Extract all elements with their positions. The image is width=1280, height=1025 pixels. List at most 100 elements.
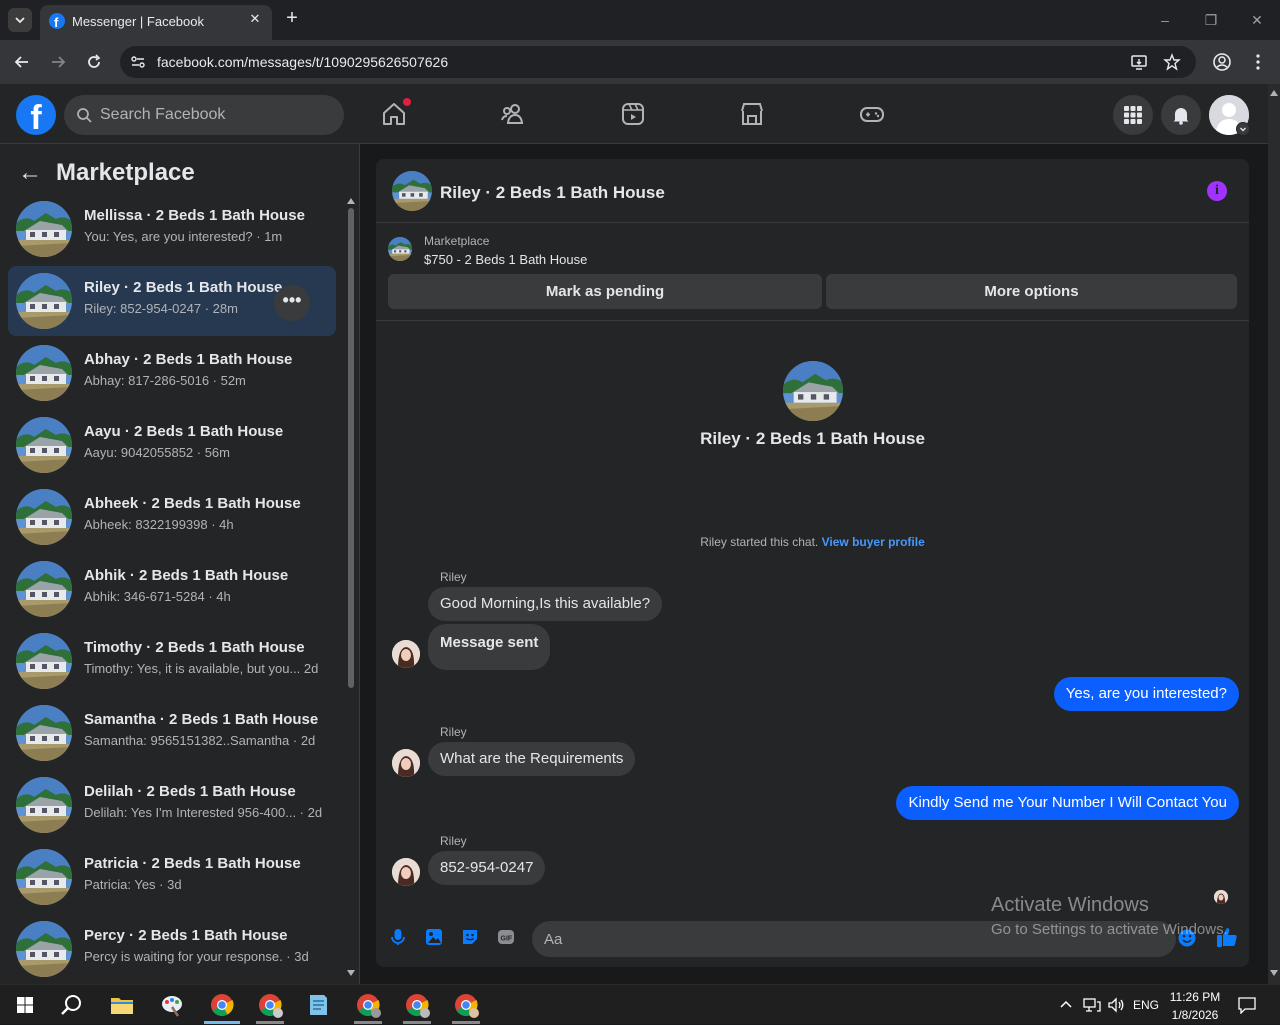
view-buyer-profile-link[interactable]: View buyer profile [822, 535, 925, 549]
browser-tab-messenger[interactable]: f Messenger | Facebook ✕ [40, 5, 272, 40]
scroll-thumb[interactable] [348, 208, 354, 688]
browser-tab-bar: f Messenger | Facebook ✕ + – ❐ ✕ [0, 0, 1280, 40]
windows-start-icon[interactable] [11, 991, 39, 1019]
tab-search-button[interactable] [8, 8, 32, 32]
conversation-name: Patricia · 2 Beds 1 Bath House [84, 855, 301, 872]
conversation-item[interactable]: Aayu · 2 Beds 1 Bath House Aayu: 90420558… [8, 410, 336, 480]
message-bubble-incoming[interactable]: 852-954-0247 [428, 851, 546, 885]
paint-icon[interactable] [158, 991, 186, 1019]
chrome-profile-icon[interactable] [354, 991, 382, 1019]
menu-button[interactable] [1113, 95, 1153, 135]
gaming-icon [860, 107, 884, 122]
restore-button[interactable]: ❐ [1201, 10, 1221, 30]
url-text[interactable]: facebook.com/messages/t/1090295626507626 [157, 54, 448, 70]
search-box[interactable] [64, 95, 344, 135]
sender-avatar[interactable] [392, 749, 420, 777]
listing-thumbnail[interactable] [392, 171, 432, 211]
search-input[interactable] [100, 95, 330, 135]
conversation-name: Mellissa · 2 Beds 1 Bath House [84, 207, 305, 224]
sender-avatar[interactable] [392, 858, 420, 886]
conversation-item[interactable]: Abhik · 2 Beds 1 Bath House Abhik: 346-67… [8, 554, 336, 624]
chrome-icon[interactable] [208, 991, 236, 1019]
microphone-icon[interactable] [388, 927, 408, 947]
more-options-button[interactable]: More options [826, 274, 1237, 309]
scroll-down-icon[interactable] [1270, 970, 1278, 976]
watermark-title: Activate Windows [991, 894, 1149, 916]
conversation-name: Abhik · 2 Beds 1 Bath House [84, 567, 289, 584]
nav-marketplace[interactable] [739, 101, 765, 127]
scroll-up-icon[interactable] [1270, 90, 1278, 96]
conversation-item[interactable]: Riley · 2 Beds 1 Bath House Riley: 852-95… [8, 266, 336, 336]
conversation-item[interactable]: Percy · 2 Beds 1 Bath House Percy is wait… [8, 914, 336, 984]
message-bubble-outgoing[interactable]: Yes, are you interested? [1053, 677, 1239, 711]
message-bubble-outgoing[interactable]: Kindly Send me Your Number I Will Contac… [896, 786, 1239, 820]
tray-chevron-up-icon[interactable] [1059, 999, 1073, 1009]
message-bubble-incoming[interactable]: Good Morning,Is this available? [428, 587, 663, 621]
scroll-up-icon[interactable] [347, 198, 355, 204]
browser-menu-icon[interactable] [1248, 52, 1268, 72]
close-window-button[interactable]: ✕ [1247, 10, 1267, 30]
conversation-item[interactable]: Timothy · 2 Beds 1 Bath House Timothy: Ye… [8, 626, 336, 696]
bookmark-star-icon[interactable] [1163, 53, 1181, 71]
search-icon[interactable] [58, 991, 86, 1019]
site-settings-icon[interactable] [130, 54, 146, 70]
back-arrow-icon[interactable]: ← [18, 160, 44, 186]
back-arrow-icon[interactable] [12, 52, 32, 72]
conversation-avatar[interactable] [783, 361, 843, 421]
address-bar[interactable]: facebook.com/messages/t/1090295626507626 [120, 46, 1196, 78]
volume-icon[interactable] [1107, 997, 1125, 1013]
notification-center-icon[interactable] [1238, 996, 1256, 1014]
windows-taskbar: ENG 11:26 PM 1/8/2026 [0, 984, 1280, 1024]
sticker-icon[interactable] [460, 927, 480, 947]
minimize-button[interactable]: – [1155, 10, 1175, 30]
conversation-item[interactable]: Delilah · 2 Beds 1 Bath House Delilah: Ye… [8, 770, 336, 840]
sender-avatar[interactable] [392, 640, 420, 668]
language-indicator[interactable]: ENG [1133, 985, 1159, 1025]
scroll-down-icon[interactable] [347, 970, 355, 976]
watermark-subtitle: Go to Settings to activate Windows. [991, 921, 1228, 938]
chrome-profile-icon[interactable] [403, 991, 431, 1019]
profile-icon[interactable] [1212, 52, 1232, 72]
reload-icon[interactable] [84, 52, 104, 72]
nav-watch[interactable] [620, 101, 646, 127]
mark-as-pending-button[interactable]: Mark as pending [388, 274, 822, 309]
conversation-item[interactable]: Patricia · 2 Beds 1 Bath House Patricia: … [8, 842, 336, 912]
account-chevron-icon[interactable] [1236, 122, 1250, 136]
message-bubble-incoming[interactable]: Message sent [428, 624, 551, 670]
notepad-icon[interactable] [304, 991, 332, 1019]
nav-home[interactable] [381, 98, 411, 127]
nav-friends[interactable] [500, 101, 526, 127]
notifications-button[interactable] [1161, 95, 1201, 135]
chat-title[interactable]: Riley · 2 Beds 1 Bath House [440, 183, 665, 203]
info-icon[interactable]: i [1207, 181, 1227, 201]
svg-text:GIF: GIF [501, 936, 513, 943]
chat-panel: Riley · 2 Beds 1 Bath House i Marketplac… [376, 159, 1249, 967]
marketplace-icon [741, 103, 763, 125]
conversation-name: Abheek · 2 Beds 1 Bath House [84, 495, 301, 512]
chrome-profile-icon[interactable] [452, 991, 480, 1019]
new-tab-button[interactable]: + [282, 8, 302, 28]
conversation-item[interactable]: Samantha · 2 Beds 1 Bath House Samantha: … [8, 698, 336, 768]
more-options-icon[interactable]: ••• [274, 285, 310, 321]
svg-text:f: f [54, 15, 59, 29]
conversation-item[interactable]: Mellissa · 2 Beds 1 Bath House You: Yes, … [8, 194, 336, 264]
conversation-item[interactable]: Abheek · 2 Beds 1 Bath House Abheek: 8322… [8, 482, 336, 552]
facebook-logo[interactable]: f [16, 95, 56, 135]
gif-icon[interactable]: GIF [496, 927, 516, 947]
install-app-icon[interactable] [1130, 53, 1148, 71]
nav-gaming[interactable] [859, 101, 885, 127]
photo-icon[interactable] [424, 927, 444, 947]
sidebar-scrollbar[interactable] [347, 192, 355, 982]
page-scrollbar[interactable] [1268, 84, 1280, 984]
conversation-name: Timothy · 2 Beds 1 Bath House [84, 639, 305, 656]
conversation-preview: You: Yes, are you interested? · 1m [84, 229, 283, 244]
tab-close-icon[interactable]: ✕ [246, 10, 264, 28]
chrome-profile-icon[interactable] [256, 991, 284, 1019]
conversation-item[interactable]: Abhay · 2 Beds 1 Bath House Abhay: 817-28… [8, 338, 336, 408]
clock[interactable]: 11:26 PM 1/8/2026 [1166, 985, 1224, 1025]
conversation-name: Delilah · 2 Beds 1 Bath House [84, 783, 296, 800]
network-icon[interactable] [1083, 997, 1101, 1013]
message-bubble-incoming[interactable]: What are the Requirements [428, 742, 636, 776]
file-explorer-icon[interactable] [108, 991, 136, 1019]
forward-arrow-icon[interactable] [48, 52, 68, 72]
